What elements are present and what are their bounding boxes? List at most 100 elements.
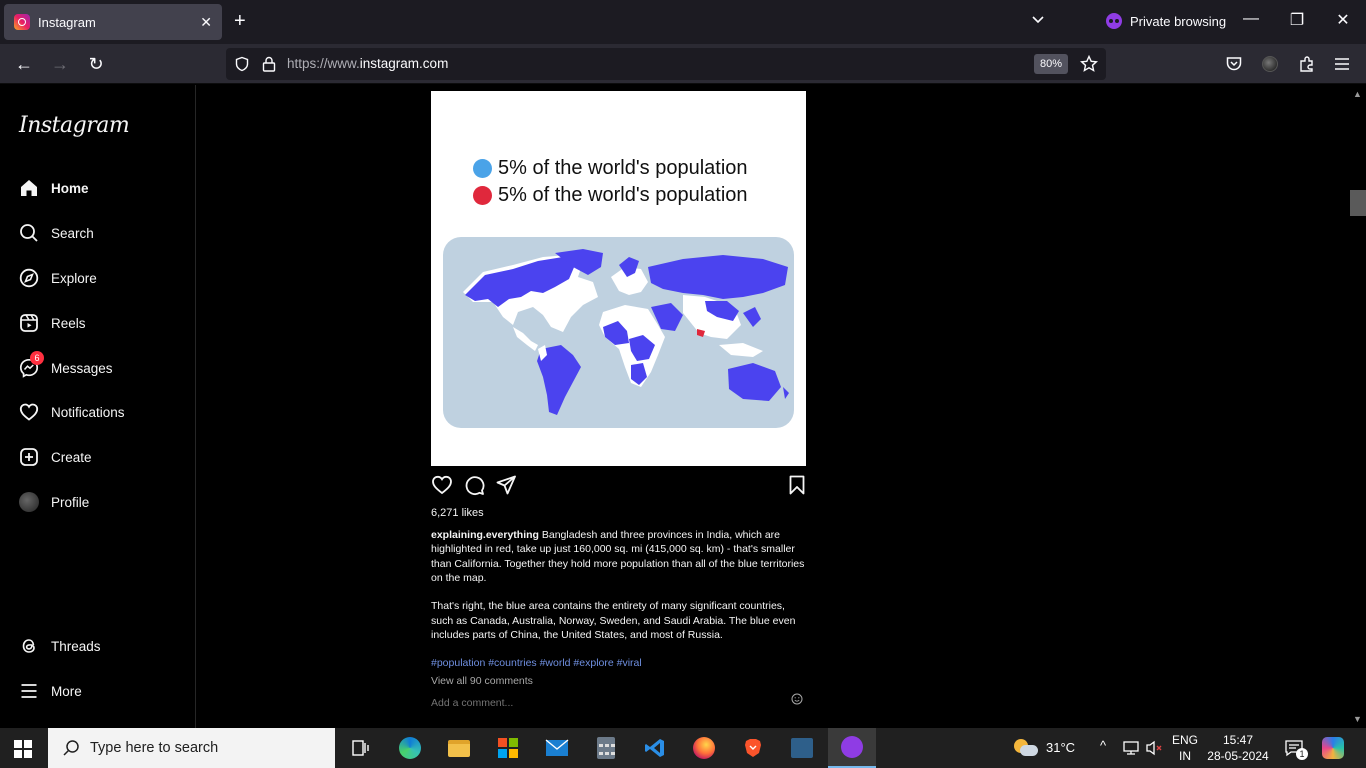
avatar [19, 492, 39, 512]
microsoft-store-icon[interactable] [494, 734, 522, 762]
restore-icon[interactable]: ❐ [1285, 10, 1309, 30]
search-icon [18, 222, 40, 244]
lock-icon[interactable] [261, 55, 277, 73]
add-comment-input[interactable] [431, 696, 771, 709]
taskbar-search-placeholder: Type here to search [90, 740, 219, 756]
page-scrollbar[interactable]: ▲ ▼ [1350, 85, 1366, 728]
sidebar-item-label: Reels [51, 315, 86, 331]
private-browsing-label: Private browsing [1130, 13, 1227, 29]
sidebar-item-threads[interactable]: Threads [18, 634, 101, 658]
sidebar-item-more[interactable]: More [18, 679, 82, 703]
weather-temperature[interactable]: 31°C [1046, 740, 1075, 755]
back-arrow-icon[interactable]: ← [14, 54, 34, 74]
sidebar-item-create[interactable]: Create [18, 445, 92, 469]
instagram-sidebar: Instagram Home Search Explore Reels 6 Me… [0, 85, 196, 728]
language-indicator[interactable]: ENG IN [1172, 733, 1198, 763]
extensions-puzzle-icon[interactable] [1298, 55, 1316, 73]
url-bar[interactable]: https://www.instagram.com 80% [226, 48, 1106, 80]
network-icon[interactable] [1122, 740, 1140, 756]
close-window-icon[interactable]: ✕ [1331, 10, 1355, 30]
task-view-icon[interactable] [346, 734, 374, 762]
url-prefix: https://www. [287, 56, 360, 71]
plus-square-icon [18, 446, 40, 468]
view-all-comments-link[interactable]: View all 90 comments [431, 675, 807, 687]
like-heart-icon[interactable] [431, 474, 453, 496]
notification-center-icon[interactable]: 1 [1284, 738, 1308, 760]
sidebar-item-reels[interactable]: Reels [18, 311, 86, 335]
vscode-icon[interactable] [641, 734, 669, 762]
browser-nav-bar: ← → ↻ https://www.instagram.com 80% [0, 44, 1366, 84]
post-image[interactable]: 5% of the world's population 5% of the w… [431, 91, 806, 466]
taskbar-search-box[interactable]: Type here to search [48, 728, 335, 768]
reload-icon[interactable]: ↻ [86, 54, 106, 74]
instagram-logo[interactable]: Instagram [19, 113, 130, 138]
like-count[interactable]: 6,271 likes [431, 507, 807, 519]
sidebar-item-label: Explore [51, 270, 97, 286]
post-actions [431, 466, 807, 506]
legend-row-red: 5% of the world's population [473, 182, 748, 209]
account-avatar-icon[interactable] [1262, 56, 1278, 72]
share-send-icon[interactable] [495, 474, 517, 496]
mail-icon[interactable] [543, 734, 571, 762]
forward-arrow-icon[interactable]: → [50, 54, 70, 74]
firefox-icon[interactable] [690, 734, 718, 762]
scroll-down-arrow-icon[interactable]: ▼ [1353, 714, 1362, 724]
url-text[interactable]: https://www.instagram.com [287, 56, 448, 71]
sidebar-item-explore[interactable]: Explore [18, 266, 97, 290]
file-explorer-icon[interactable] [445, 734, 473, 762]
volume-muted-icon[interactable] [1145, 740, 1163, 756]
sidebar-item-home[interactable]: Home [18, 176, 89, 200]
post-username[interactable]: explaining.everything [431, 529, 539, 541]
zoom-level-badge[interactable]: 80% [1034, 54, 1068, 74]
url-domain: instagram.com [359, 56, 449, 71]
sidebar-item-notifications[interactable]: Notifications [18, 400, 125, 424]
weather-cloud-icon[interactable] [1012, 737, 1040, 759]
list-all-tabs-icon[interactable] [1030, 12, 1046, 28]
comment-bubble-icon[interactable] [463, 474, 485, 496]
scroll-up-arrow-icon[interactable]: ▲ [1353, 89, 1362, 99]
minimize-icon[interactable]: — [1239, 10, 1263, 28]
legend-text-blue: 5% of the world's population [498, 157, 748, 179]
post-hashtags[interactable]: #population #countries #world #explore #… [431, 657, 807, 669]
scroll-thumb[interactable] [1350, 190, 1366, 216]
private-mask-icon [1106, 13, 1122, 29]
tab-title: Instagram [38, 14, 96, 30]
sidebar-item-search[interactable]: Search [18, 221, 94, 245]
show-hidden-icons-chevron-icon[interactable]: ^ [1100, 738, 1106, 753]
map-legend: 5% of the world's population 5% of the w… [473, 155, 748, 209]
sidebar-item-label: Home [51, 180, 89, 196]
feed-post: 5% of the world's population 5% of the w… [431, 91, 807, 709]
sidebar-item-label: Messages [51, 360, 113, 376]
comment-row [431, 693, 807, 709]
sidebar-item-messages[interactable]: 6 Messages [18, 351, 113, 380]
sidebar-item-label: Profile [51, 494, 90, 510]
tracking-shield-icon[interactable] [234, 56, 250, 72]
star-bookmark-icon[interactable] [1080, 55, 1098, 73]
sidebar-item-label: Search [51, 225, 94, 241]
caption-text-2: That's right, the blue area contains the… [431, 600, 796, 642]
emoji-icon[interactable] [791, 693, 803, 705]
tab-close-icon[interactable]: ✕ [200, 14, 212, 31]
browser-tab-bar: Instagram ✕ + Private browsing — ❐ ✕ [0, 0, 1366, 44]
private-browsing-indicator: Private browsing [1106, 13, 1226, 29]
post-caption: explaining.everything Bangladesh and thr… [431, 528, 807, 642]
firefox-private-taskbar-button[interactable] [828, 728, 876, 768]
notification-count-badge: 1 [1296, 748, 1308, 760]
new-tab-icon[interactable]: + [234, 10, 246, 32]
edge-browser-icon[interactable] [396, 734, 424, 762]
bookmark-save-icon[interactable] [786, 474, 808, 496]
windows-start-icon[interactable] [14, 740, 32, 758]
copilot-icon[interactable] [1322, 737, 1344, 759]
clock[interactable]: 15:47 28-05-2024 [1206, 733, 1270, 763]
sidebar-item-label: Threads [51, 638, 101, 654]
calculator-icon[interactable] [592, 734, 620, 762]
pocket-icon[interactable] [1225, 55, 1243, 73]
clock-date: 28-05-2024 [1207, 749, 1269, 763]
mysql-workbench-icon[interactable] [788, 734, 816, 762]
instagram-page: Instagram Home Search Explore Reels 6 Me… [0, 85, 1350, 728]
world-map-graphic [463, 249, 789, 415]
hamburger-menu-icon[interactable] [1334, 56, 1350, 72]
brave-browser-icon[interactable] [739, 734, 767, 762]
sidebar-item-profile[interactable]: Profile [18, 490, 89, 514]
browser-tab[interactable]: Instagram ✕ [4, 4, 222, 40]
